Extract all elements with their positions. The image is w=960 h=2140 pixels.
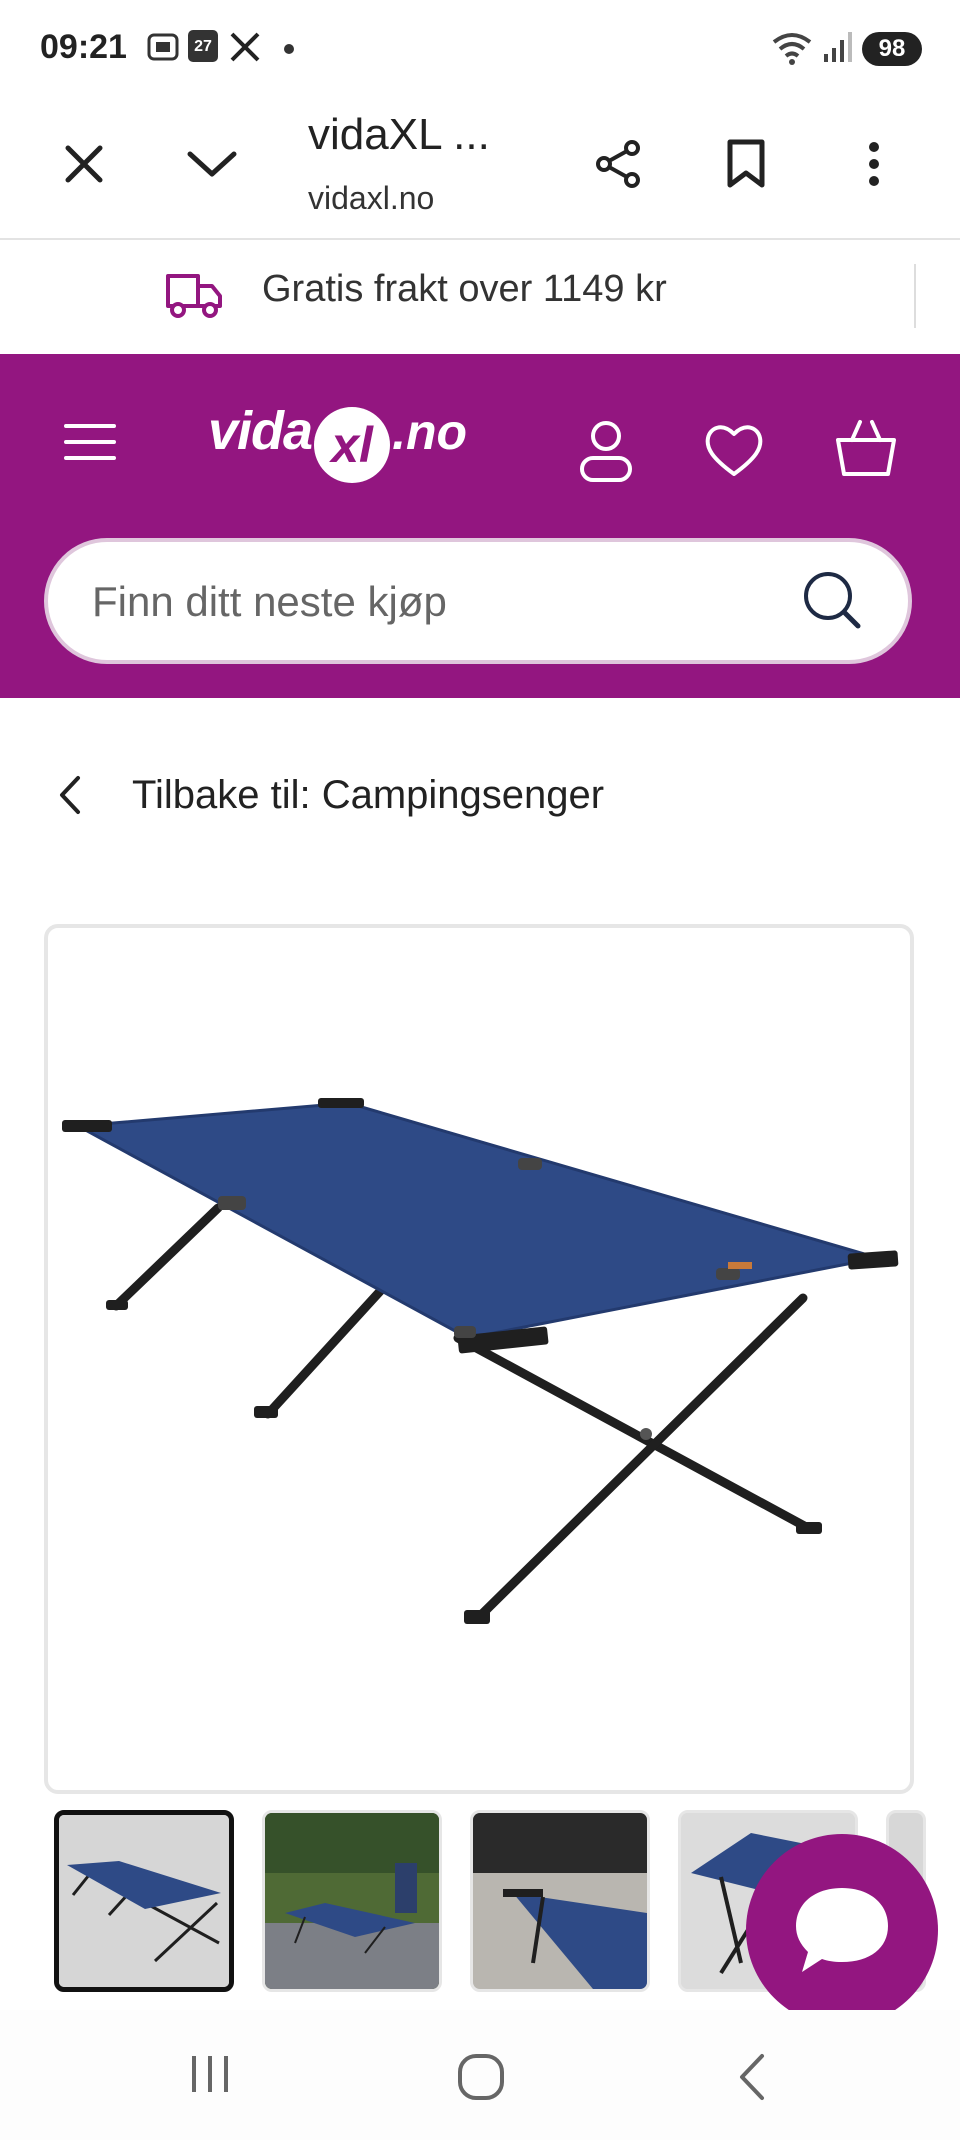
thumbnail-3[interactable] <box>470 1810 650 1992</box>
status-bar: 09:21 27 98 <box>0 0 960 96</box>
back-button[interactable] <box>732 2052 772 2107</box>
home-icon <box>458 2054 504 2100</box>
calendar-icon: 27 <box>188 30 218 62</box>
search-bar <box>44 538 912 664</box>
logo-xl-mark: xl <box>314 406 391 483</box>
home-button[interactable] <box>456 2052 506 2107</box>
more-options-button[interactable] <box>834 124 914 204</box>
chevron-down-icon <box>187 151 237 177</box>
camping-bed-image <box>62 1098 899 1624</box>
back-arrow-icon <box>740 2054 764 2100</box>
share-button[interactable] <box>578 124 658 204</box>
more-vertical-icon <box>869 142 879 186</box>
account-button[interactable] <box>576 418 646 488</box>
thumbnail-2[interactable] <box>262 1810 442 1992</box>
hamburger-icon <box>64 424 116 460</box>
page-url: vidaxl.no <box>308 180 435 216</box>
recent-apps-icon <box>192 2056 228 2092</box>
logo-text: vida <box>208 401 313 461</box>
heart-icon <box>705 425 763 476</box>
thumbnail-image-1 <box>59 1815 229 1987</box>
minimize-tab-button[interactable] <box>172 124 252 204</box>
delivery-truck-icon <box>164 268 224 325</box>
status-time: 09:21 <box>40 28 127 66</box>
close-icon <box>65 145 103 183</box>
chat-bubble-icon <box>796 1888 888 1972</box>
bookmark-button[interactable] <box>706 124 786 204</box>
user-icon <box>580 421 632 482</box>
shipping-banner-text: Gratis frakt over 1149 kr <box>262 268 667 310</box>
battery-indicator: 98 <box>862 32 922 66</box>
x-app-icon <box>228 30 262 69</box>
close-tab-button[interactable] <box>44 124 124 204</box>
banner-divider <box>914 264 916 328</box>
page-title: vidaXL ... <box>308 110 490 159</box>
back-to-category-link[interactable]: Tilbake til: Campingsenger <box>56 760 604 830</box>
search-button[interactable] <box>800 568 870 638</box>
chevron-left-icon <box>60 776 80 814</box>
thumbnail-image-3 <box>473 1813 647 1989</box>
basket-icon <box>836 420 896 476</box>
search-icon <box>804 572 861 629</box>
product-main-image[interactable] <box>44 924 914 1794</box>
notification-dot-icon <box>284 44 294 54</box>
menu-button[interactable] <box>62 420 132 484</box>
thumbnail-image-2 <box>265 1813 439 1989</box>
signal-icon <box>822 30 854 69</box>
share-icon <box>596 140 640 188</box>
chat-button[interactable] <box>746 1834 938 2026</box>
wifi-icon <box>770 30 814 71</box>
cart-button[interactable] <box>834 418 904 488</box>
back-link-label: Tilbake til: Campingsenger <box>132 772 605 817</box>
search-input[interactable] <box>90 568 794 636</box>
bookmark-icon <box>727 139 765 188</box>
thumbnail-1[interactable] <box>54 1810 234 1992</box>
vidaxl-logo[interactable]: vida xl .no <box>208 400 467 500</box>
screenshot-icon <box>146 30 180 69</box>
wishlist-button[interactable] <box>702 420 772 490</box>
recent-apps-button[interactable] <box>186 2052 234 2101</box>
logo-domain: .no <box>392 404 468 460</box>
